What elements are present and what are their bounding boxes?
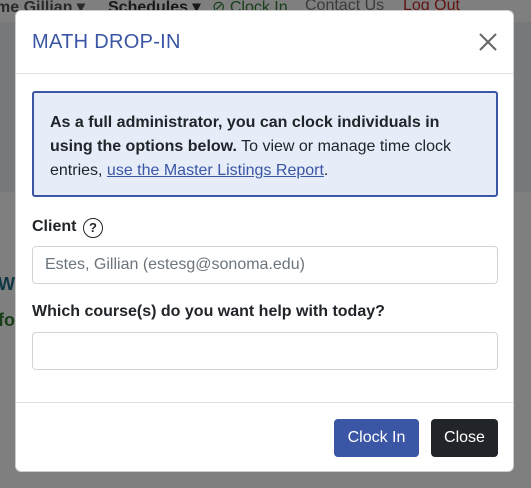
clock-in-modal: MATH DROP-IN As a full administrator, yo…	[15, 10, 514, 472]
modal-header: MATH DROP-IN	[16, 11, 513, 74]
modal-footer: Clock In Close	[16, 402, 513, 473]
admin-info-alert: As a full administrator, you can clock i…	[32, 91, 498, 197]
client-label: Client	[32, 218, 77, 235]
modal-title: MATH DROP-IN	[32, 31, 181, 53]
close-icon[interactable]	[477, 31, 499, 53]
question-circle-icon[interactable]: ?	[83, 218, 103, 238]
clock-in-button[interactable]: Clock In	[334, 419, 419, 457]
master-listings-report-link[interactable]: use the Master Listings Report	[107, 162, 324, 179]
alert-end-text: .	[323, 162, 329, 179]
course-field[interactable]	[32, 332, 498, 370]
course-label: Which course(s) do you want help with to…	[32, 303, 385, 320]
close-button[interactable]: Close	[431, 419, 498, 457]
client-field[interactable]: Estes, Gillian (estesg@sonoma.edu)	[32, 246, 498, 284]
